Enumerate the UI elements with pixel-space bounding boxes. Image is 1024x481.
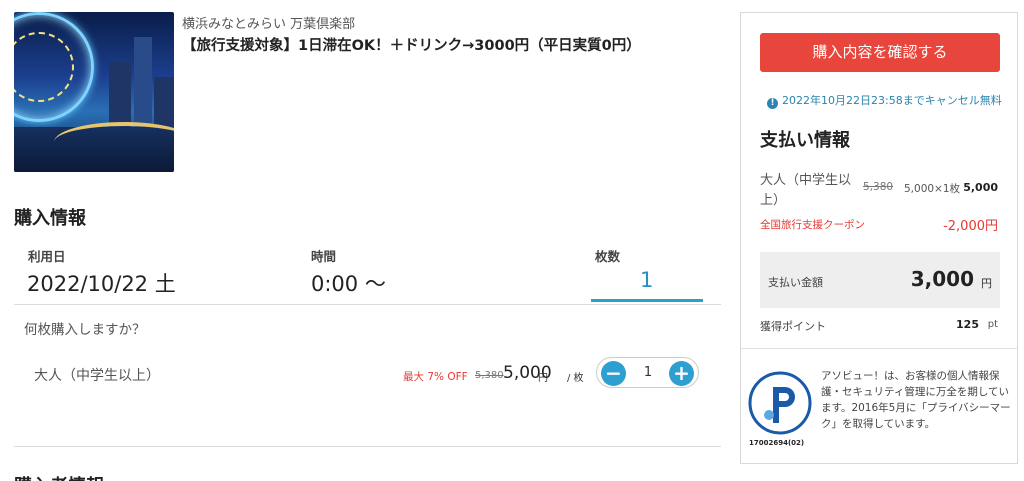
divider (14, 446, 721, 447)
minus-icon[interactable]: − (601, 361, 626, 386)
price-unit: 円 (538, 373, 548, 384)
quantity-label: 枚数 (595, 249, 621, 264)
coupon-label: 全国旅行支援クーポン (760, 219, 865, 231)
cancel-note: ! 2022年10月22日23:58までキャンセル無料 (767, 92, 1002, 109)
quantity-value[interactable]: 1 (640, 268, 653, 292)
line-item-total: 5,000 (963, 181, 998, 194)
payment-amount-box: 支払い金額 3,000 円 (760, 252, 1000, 308)
cancel-note-text: 2022年10月22日23:58までキャンセル無料 (782, 94, 1002, 107)
divider (741, 348, 1017, 349)
points-label: 獲得ポイント (760, 320, 826, 333)
stepper-value: 1 (643, 365, 653, 380)
quantity-question: 何枚購入しますか？ (24, 322, 146, 338)
per-unit: / 枚 (567, 373, 584, 384)
line-item-calc: 5,000×1枚 (904, 183, 961, 195)
product-thumbnail (14, 12, 174, 172)
time-value[interactable]: 0:00 〜 (311, 268, 386, 298)
plus-icon[interactable]: + (669, 361, 694, 386)
coupon-value: -2,000円 (943, 219, 998, 234)
thumbnail-building (134, 37, 152, 132)
points-value: 125 (956, 318, 979, 331)
privacy-mark-number: 17002694(02) (749, 439, 805, 447)
payment-title: 支払い情報 (760, 130, 850, 151)
info-icon: ! (767, 98, 778, 109)
payment-amount-unit: 円 (981, 277, 992, 290)
payment-amount-value: 3,000 (910, 267, 974, 291)
ticket-name: 大人（中学生以上） (34, 368, 160, 384)
date-label: 利用日 (28, 249, 66, 264)
original-price: 5,380 (475, 370, 504, 381)
divider (14, 304, 721, 305)
line-item-label: 大人（中学生以上） (760, 173, 852, 208)
quantity-stepper[interactable]: − 1 + (596, 357, 699, 388)
privacy-text: アソビュー！は、お客様の個人情報保護・セキュリティ管理に万全を期しています。20… (821, 370, 1011, 430)
date-value[interactable]: 2022/10/22 土 (27, 268, 176, 298)
payment-amount-label: 支払い金額 (768, 276, 823, 289)
plan-title: 【旅行支援対象】1日滞在OK！＋ドリンク→3000円（平日実質0円） (182, 38, 641, 54)
confirm-purchase-button[interactable]: 購入内容を確認する (760, 33, 1000, 72)
points-unit: pt (987, 319, 998, 330)
line-item-original: 5,380 (863, 181, 894, 193)
shop-name: 横浜みなとみらい 万葉倶楽部 (182, 17, 356, 32)
buyer-info-title: 購入者情報 (14, 472, 104, 481)
purchase-info-title: 購入情報 (14, 208, 86, 229)
quantity-tab-underline (591, 299, 703, 302)
time-label: 時間 (311, 249, 337, 264)
discount-badge: 最大 7% OFF (403, 371, 468, 383)
payment-sidebar: 購入内容を確認する ! 2022年10月22日23:58までキャンセル無料 支払い… (740, 12, 1018, 464)
